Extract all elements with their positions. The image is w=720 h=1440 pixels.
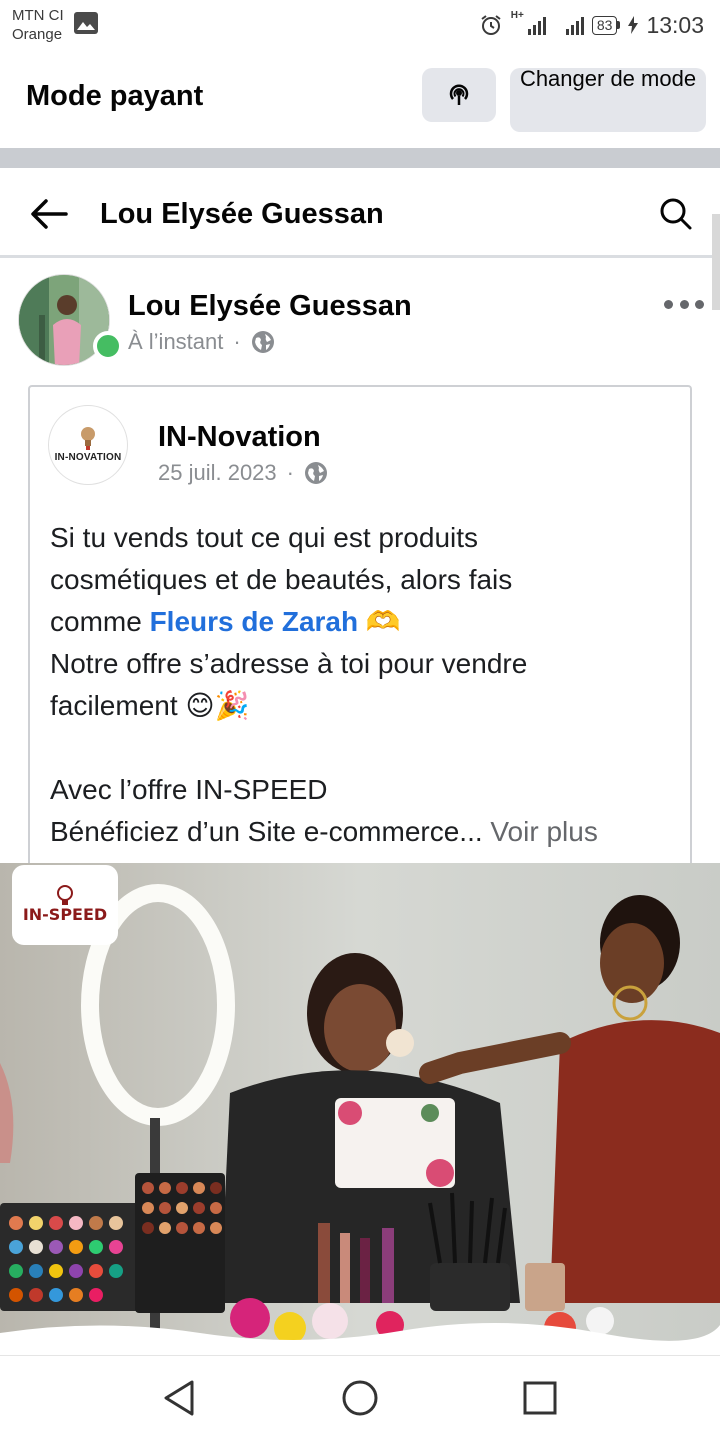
clock: 13:03 <box>646 11 704 38</box>
battery-icon: 83 <box>591 15 621 35</box>
broadcast-icon <box>449 84 469 105</box>
shared-post-meta: 25 juil. 2023 · <box>158 460 328 486</box>
search-icon <box>660 198 692 230</box>
page-title: Lou Elysée Guessan <box>100 198 384 230</box>
signal-icon-2 <box>565 15 584 35</box>
post-text-line: comme Fleurs de Zarah 🫶 <box>50 606 401 637</box>
post-text-line: Notre offre s’adresse à toi pour vendre <box>50 648 528 679</box>
post-image[interactable]: IN-SPEED <box>0 863 720 1355</box>
shared-page-name[interactable]: IN-Novation <box>158 421 321 454</box>
signal-icon-1 <box>527 15 546 35</box>
meta-separator: · <box>233 329 241 354</box>
arrow-left-icon <box>31 199 68 229</box>
shared-post-date[interactable]: 25 juil. 2023 <box>158 460 277 486</box>
triangle-back-icon <box>164 1380 194 1416</box>
more-dot-icon <box>664 299 673 309</box>
system-back-button[interactable] <box>160 1378 200 1418</box>
section-divider <box>0 148 720 168</box>
shared-post-text: Si tu vends tout ce qui est produits cos… <box>50 517 690 853</box>
see-more-link[interactable]: Voir plus <box>490 816 597 847</box>
status-icons: H+ 83 13:03 <box>479 10 704 40</box>
post-text-line: cosmétiques et de beautés, alors fais <box>50 564 513 595</box>
brand-badge-text: IN-SPEED <box>22 905 108 924</box>
circle-home-icon <box>342 1380 378 1416</box>
shared-post-card[interactable]: IN-NOVATION IN-Novation 25 juil. 2023 · … <box>28 385 692 865</box>
globe-icon <box>304 462 327 484</box>
back-button[interactable] <box>28 194 70 234</box>
globe-icon <box>251 331 274 353</box>
status-bar: MTN CI Orange H+ 83 13:03 <box>0 0 720 50</box>
system-home-button[interactable] <box>340 1378 380 1418</box>
shared-page-avatar[interactable]: IN-NOVATION <box>48 405 128 485</box>
online-status-indicator <box>93 331 123 361</box>
broadcast-button[interactable] <box>422 68 496 122</box>
change-mode-label: Changer de mode <box>519 66 697 91</box>
profile-header: Lou Elysée Guessan <box>0 168 720 258</box>
network-type: H+ <box>510 10 524 21</box>
post-text-line: Avec l’offre IN-SPEED <box>50 774 328 805</box>
search-button[interactable] <box>656 194 696 234</box>
post-timestamp[interactable]: À l’instant <box>128 329 223 355</box>
more-options-button[interactable] <box>664 290 704 318</box>
carrier-secondary: Orange <box>12 26 63 43</box>
charging-icon <box>628 16 639 34</box>
post-text-line: facilement 😊🎉 <box>50 690 250 721</box>
system-navigation-bar <box>0 1355 720 1440</box>
alarm-icon <box>481 15 501 35</box>
brand-badge: IN-SPEED <box>12 865 118 945</box>
post-author-name[interactable]: Lou Elysée Guessan <box>128 290 412 323</box>
scrollbar[interactable] <box>712 214 720 310</box>
system-recents-button[interactable] <box>520 1378 560 1418</box>
lightbulb-icon <box>80 427 95 450</box>
post-text-line: Bénéficiez d’un Site e-commerce... Voir … <box>50 816 598 847</box>
mention-link[interactable]: Fleurs de Zarah <box>150 606 359 637</box>
lightbulb-icon <box>57 885 73 905</box>
more-dot-icon <box>679 299 689 309</box>
change-mode-button[interactable]: Changer de mode <box>510 66 706 132</box>
mode-bar: Mode payant Changer de mode <box>0 50 720 148</box>
post-text-spacer <box>50 727 690 769</box>
mode-title: Mode payant <box>26 80 204 112</box>
post-meta: À l’instant · <box>128 329 275 355</box>
shared-page-logo-text: IN-NOVATION <box>54 452 122 463</box>
more-dot-icon <box>695 299 704 309</box>
meta-separator: · <box>286 460 294 485</box>
post-text-line: Si tu vends tout ce qui est produits <box>50 522 479 553</box>
carrier-primary: MTN CI <box>12 7 64 24</box>
carrier-info: MTN CI Orange <box>12 6 64 44</box>
square-recents-icon <box>523 1381 557 1415</box>
battery-level: 83 <box>591 15 618 35</box>
gallery-notification-icon <box>74 12 98 34</box>
